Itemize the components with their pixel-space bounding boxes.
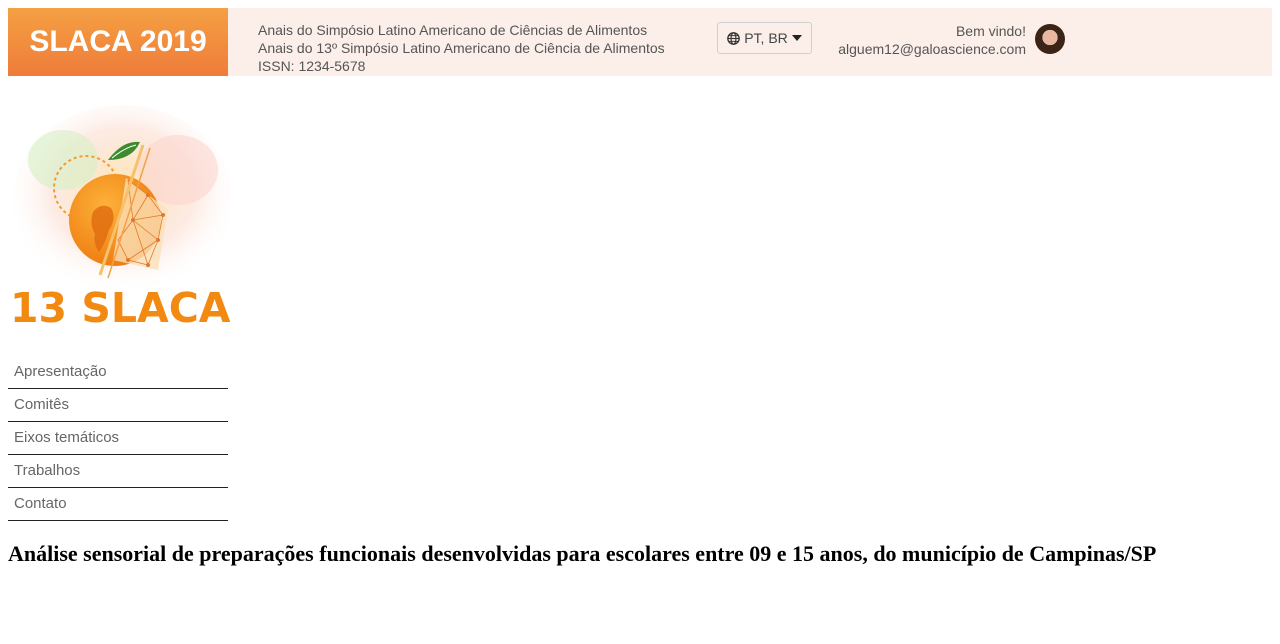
user-email: alguem12@galoascience.com bbox=[838, 41, 1026, 57]
nav-item-comites[interactable]: Comitês bbox=[8, 389, 228, 422]
language-label: PT, BR bbox=[744, 30, 788, 46]
nav-item-contato[interactable]: Contato bbox=[8, 488, 228, 521]
nav-item-eixos-tematicos[interactable]: Eixos temáticos bbox=[8, 422, 228, 455]
nav-item-trabalhos[interactable]: Trabalhos bbox=[8, 455, 228, 488]
welcome-text: Bem vindo! bbox=[955, 23, 1026, 39]
page-title: Análise sensorial de preparações funcion… bbox=[8, 541, 1157, 566]
brand-link[interactable]: SLACA 2019 bbox=[8, 8, 228, 76]
language-selector[interactable]: PT, BR bbox=[717, 22, 812, 54]
journal-title: Anais do Simpósio Latino Americano de Ci… bbox=[258, 22, 648, 38]
journal-info: Anais do Simpósio Latino Americano de Ci… bbox=[258, 21, 665, 75]
journal-subtitle: Anais do 13º Simpósio Latino Americano d… bbox=[258, 40, 665, 56]
side-navigation: Apresentação Comitês Eixos temáticos Tra… bbox=[8, 356, 228, 521]
globe-icon bbox=[727, 31, 741, 45]
logo-text: 13 SLACA bbox=[10, 284, 230, 330]
nav-item-apresentacao[interactable]: Apresentação bbox=[8, 356, 228, 389]
top-header: SLACA 2019 Anais do Simpósio Latino Amer… bbox=[8, 8, 1272, 76]
event-logo-graphic: 13 SLACA bbox=[10, 105, 233, 332]
journal-issn: ISSN: 1234-5678 bbox=[258, 58, 366, 74]
avatar[interactable] bbox=[1035, 24, 1065, 54]
event-logo: 13 SLACA bbox=[8, 100, 233, 332]
user-greeting: Bem vindo! alguem12@galoascience.com bbox=[838, 22, 1026, 58]
caret-down-icon bbox=[791, 34, 802, 42]
